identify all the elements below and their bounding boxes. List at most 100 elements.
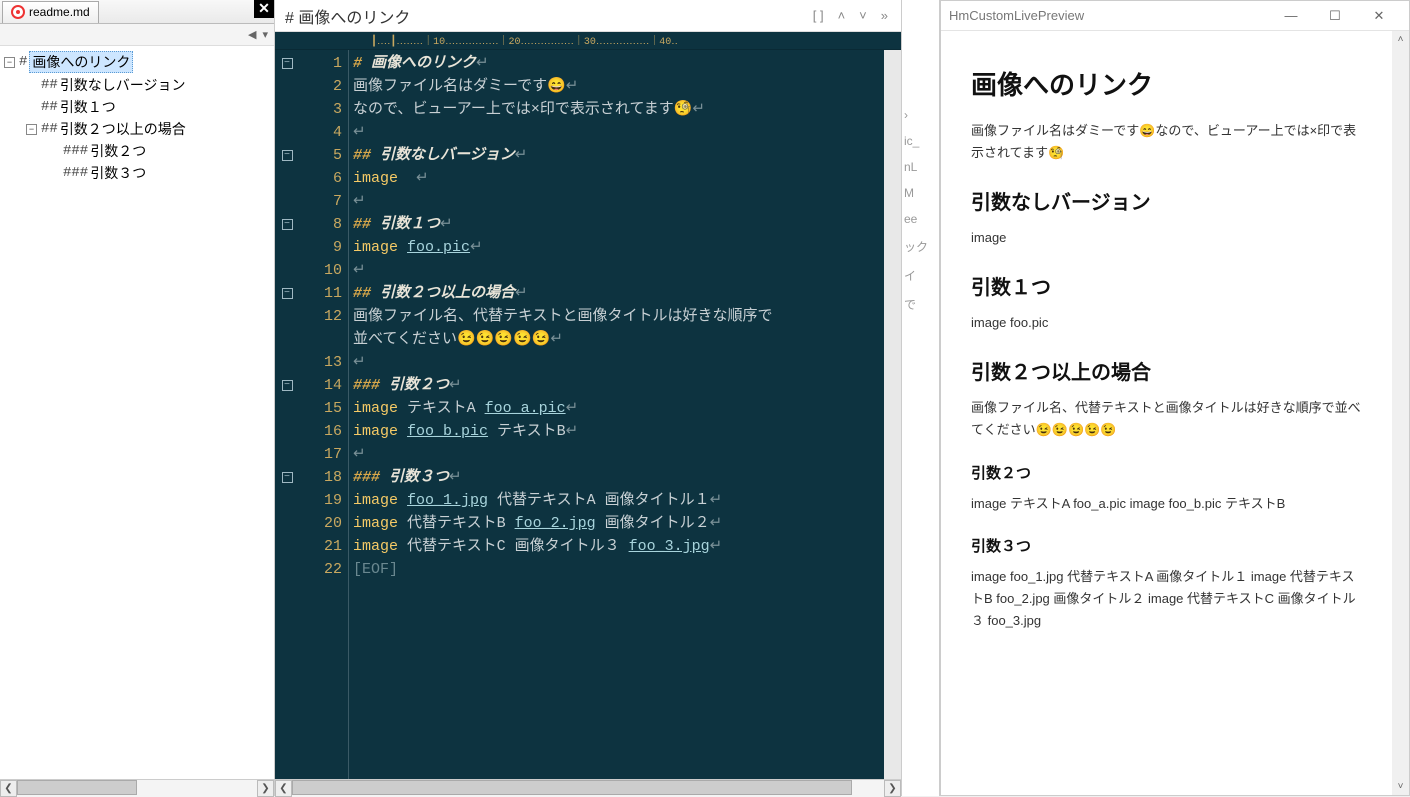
collapse-icon[interactable]: − bbox=[4, 57, 15, 68]
collapse-icon[interactable]: − bbox=[26, 124, 37, 135]
fold-toggle[interactable]: − bbox=[282, 288, 293, 299]
line-number: 20 bbox=[299, 512, 348, 535]
bg-fragment: nL bbox=[902, 154, 939, 180]
chevron-down-icon[interactable]: ▾ bbox=[262, 28, 268, 41]
line-number: 22 bbox=[299, 558, 348, 581]
tab-bar: readme.md ✕ bbox=[0, 0, 274, 24]
code-line[interactable]: ### 引数３つ↵ bbox=[353, 466, 896, 489]
close-button[interactable]: ✕ bbox=[1357, 2, 1401, 30]
preview-text: image bbox=[971, 227, 1362, 249]
line-number: 18 bbox=[299, 466, 348, 489]
line-number: 14 bbox=[299, 374, 348, 397]
code-line[interactable]: ↵ bbox=[353, 443, 896, 466]
file-icon bbox=[11, 5, 25, 19]
scrollbar-track[interactable] bbox=[17, 780, 257, 797]
chevron-down-icon[interactable]: ˅ bbox=[856, 8, 870, 23]
editor-v-scrollbar[interactable] bbox=[884, 50, 901, 779]
spacer bbox=[48, 146, 59, 157]
code-line[interactable]: 画像ファイル名はダミーです😄↵ bbox=[353, 75, 896, 98]
heading-mark: ### bbox=[63, 165, 88, 181]
code-line[interactable]: image foo_1.jpg 代替テキストA 画像タイトル１↵ bbox=[353, 489, 896, 512]
bracket-icon[interactable]: [ ] bbox=[810, 8, 827, 23]
code-line[interactable]: ↵ bbox=[353, 190, 896, 213]
spacer bbox=[48, 168, 59, 179]
outline-item[interactable]: ### 引数３つ bbox=[0, 162, 274, 184]
fold-toggle[interactable]: − bbox=[282, 150, 293, 161]
preview-text: image foo.pic bbox=[971, 312, 1362, 334]
scrollbar-track[interactable] bbox=[292, 780, 884, 797]
preview-body[interactable]: 画像へのリンク 画像ファイル名はダミーです😄なので、ビューアー上では×印で表示さ… bbox=[941, 31, 1392, 795]
outline-toolbar: ◀ ▾ bbox=[0, 24, 274, 46]
code-line[interactable]: [EOF] bbox=[353, 558, 896, 581]
code-line[interactable]: ↵ bbox=[353, 351, 896, 374]
preview-h3: 引数３つ bbox=[971, 535, 1362, 556]
line-number: 8 bbox=[299, 213, 348, 236]
code-line[interactable]: image ↵ bbox=[353, 167, 896, 190]
maximize-button[interactable]: ☐ bbox=[1313, 2, 1357, 30]
code-line[interactable]: なので、ビューアー上では×印で表示されてます🧐↵ bbox=[353, 98, 896, 121]
code-line[interactable]: ## 引数なしバージョン↵ bbox=[353, 144, 896, 167]
line-number: 6 bbox=[299, 167, 348, 190]
line-number: 7 bbox=[299, 190, 348, 213]
bg-fragment: M bbox=[902, 180, 939, 206]
fold-toggle[interactable]: − bbox=[282, 219, 293, 230]
code-line[interactable]: image テキストA foo_a.pic↵ bbox=[353, 397, 896, 420]
line-number: 12 bbox=[299, 305, 348, 328]
editor-header: # 画像へのリンク [ ] ˄ ˅ » bbox=[275, 0, 901, 32]
outline-label: 画像へのリンク bbox=[29, 51, 133, 73]
outline-tree[interactable]: −# 画像へのリンク## 引数なしバージョン## 引数１つ−## 引数２つ以上の… bbox=[0, 46, 274, 779]
bg-fragment bbox=[902, 90, 939, 102]
code-line[interactable]: 並べてください😉😉😉😉😉↵ bbox=[353, 328, 896, 351]
code-area[interactable]: # 画像へのリンク↵画像ファイル名はダミーです😄↵なので、ビューアー上では×印で… bbox=[349, 50, 901, 779]
fold-toggle[interactable]: − bbox=[282, 380, 293, 391]
code-line[interactable]: # 画像へのリンク↵ bbox=[353, 52, 896, 75]
editor-header-title: # 画像へのリンク bbox=[285, 4, 802, 28]
code-line[interactable]: 画像ファイル名、代替テキストと画像タイトルは好きな順序で bbox=[353, 305, 896, 328]
spacer bbox=[26, 80, 37, 91]
fold-toggle[interactable]: − bbox=[282, 58, 293, 69]
code-line[interactable]: image 代替テキストC 画像タイトル３ foo_3.jpg↵ bbox=[353, 535, 896, 558]
preview-h2: 引数なしバージョン bbox=[971, 186, 1362, 215]
chevron-left-icon[interactable]: ◀ bbox=[248, 28, 256, 41]
ruler: ┃‥‥┃‥‥‥‥｜10‥‥‥‥‥‥‥‥｜20‥‥‥‥‥‥‥‥｜30‥‥‥‥‥‥‥… bbox=[275, 32, 901, 50]
background-strip: ›ic_nLMeeックイで bbox=[902, 0, 940, 796]
scrollbar-thumb[interactable] bbox=[17, 780, 137, 795]
code-line[interactable]: ↵ bbox=[353, 259, 896, 282]
editor-h-scrollbar[interactable]: ❮ ❯ bbox=[275, 779, 901, 796]
code-line[interactable]: ↵ bbox=[353, 121, 896, 144]
chevron-right-icon[interactable]: ❯ bbox=[257, 780, 274, 797]
outline-item[interactable]: ## 引数なしバージョン bbox=[0, 74, 274, 96]
code-line[interactable]: image foo_b.pic テキストB↵ bbox=[353, 420, 896, 443]
chevron-left-icon[interactable]: ❮ bbox=[0, 780, 17, 797]
outline-item[interactable]: ## 引数１つ bbox=[0, 96, 274, 118]
scrollbar-thumb[interactable] bbox=[292, 780, 852, 795]
chevron-right-icon[interactable]: ❯ bbox=[884, 780, 901, 797]
chevron-left-icon[interactable]: ❮ bbox=[275, 780, 292, 797]
fold-toggle[interactable]: − bbox=[282, 472, 293, 483]
window-titlebar[interactable]: HmCustomLivePreview ― ☐ ✕ bbox=[941, 1, 1409, 31]
outline-item[interactable]: ### 引数２つ bbox=[0, 140, 274, 162]
code-line[interactable]: image 代替テキストB foo_2.jpg 画像タイトル２↵ bbox=[353, 512, 896, 535]
tab-close-button[interactable]: ✕ bbox=[254, 0, 274, 18]
preview-v-scrollbar[interactable]: ˄ ˅ bbox=[1392, 31, 1409, 795]
heading-mark: ## bbox=[41, 77, 58, 93]
preview-text: 画像ファイル名はダミーです😄なので、ビューアー上では×印で表示されてます🧐 bbox=[971, 120, 1362, 164]
file-tab[interactable]: readme.md bbox=[2, 1, 99, 23]
line-number: 5 bbox=[299, 144, 348, 167]
code-line[interactable]: ## 引数２つ以上の場合↵ bbox=[353, 282, 896, 305]
outline-h-scrollbar[interactable]: ❮ ❯ bbox=[0, 779, 274, 796]
heading-mark: # bbox=[19, 54, 27, 70]
code-line[interactable]: ## 引数１つ↵ bbox=[353, 213, 896, 236]
outline-item[interactable]: −## 引数２つ以上の場合 bbox=[0, 118, 274, 140]
chevron-down-icon[interactable]: ˅ bbox=[1392, 778, 1409, 795]
chevron-up-icon[interactable]: ˄ bbox=[1392, 31, 1409, 48]
editor-panel: # 画像へのリンク [ ] ˄ ˅ » ┃‥‥┃‥‥‥‥｜10‥‥‥‥‥‥‥‥｜… bbox=[275, 0, 902, 796]
code-line[interactable]: image foo.pic↵ bbox=[353, 236, 896, 259]
outline-item[interactable]: −# 画像へのリンク bbox=[0, 50, 274, 74]
editor-body[interactable]: −−−−−− 123456789101112131415161718192021… bbox=[275, 50, 901, 779]
minimize-button[interactable]: ― bbox=[1269, 2, 1313, 30]
chevron-right-icon[interactable]: » bbox=[878, 8, 891, 23]
code-line[interactable]: ### 引数２つ↵ bbox=[353, 374, 896, 397]
chevron-up-icon[interactable]: ˄ bbox=[835, 8, 849, 23]
bg-fragment: ック bbox=[902, 232, 939, 261]
